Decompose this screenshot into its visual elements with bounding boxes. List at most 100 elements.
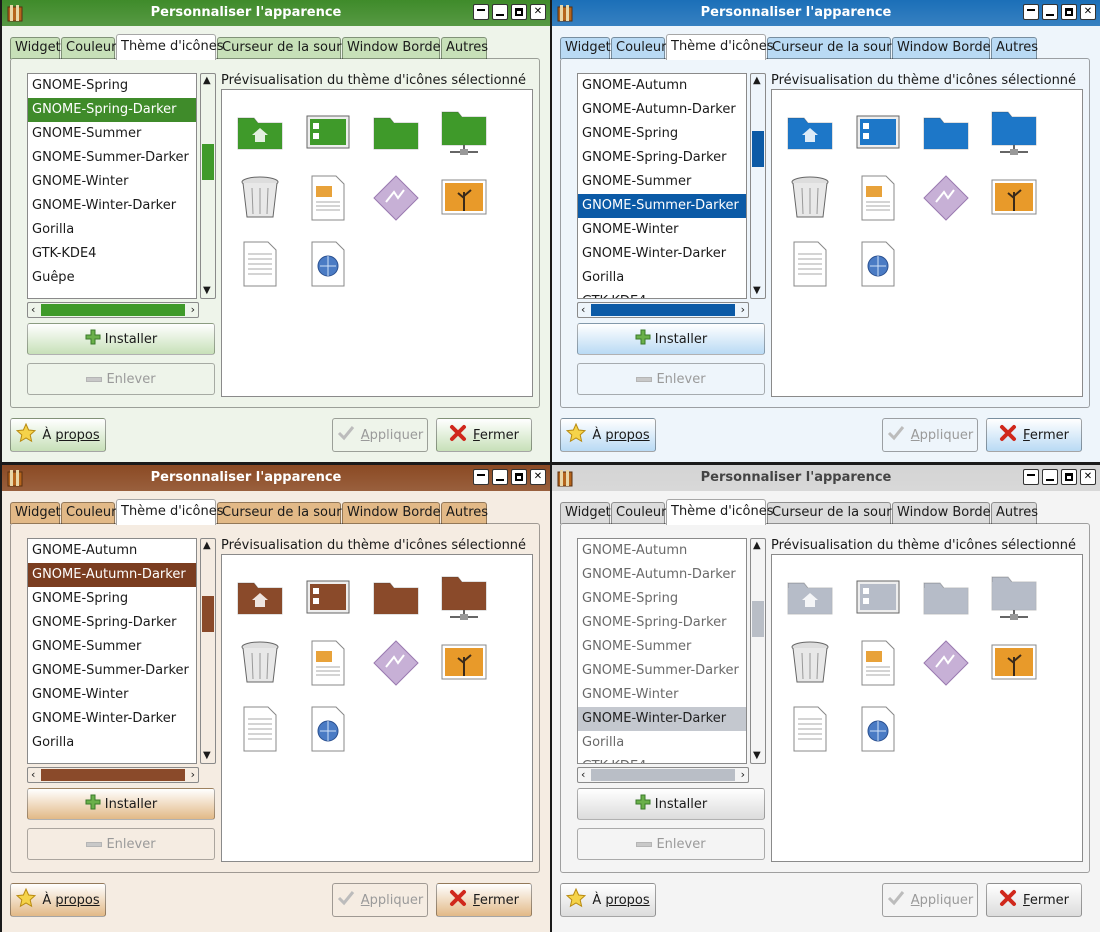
tab-window-border[interactable]: Window Border [892, 37, 996, 59]
tab-curseur-de-la-souris[interactable]: Curseur de la souris [767, 37, 902, 59]
list-item[interactable]: GNOME-Autumn [28, 539, 196, 563]
scroll-left-arrow[interactable]: ‹ [581, 304, 585, 316]
tab-window-border[interactable]: Window Border [892, 502, 996, 524]
close-button[interactable]: Fermer [436, 883, 532, 917]
list-item[interactable]: GNOME-Spring [28, 74, 196, 98]
minimize-button[interactable] [1042, 4, 1058, 20]
remove-button[interactable]: Enlever [577, 828, 765, 860]
theme-list[interactable]: GNOME-Autumn GNOME-Autumn-Darker GNOME-Spr… [577, 73, 747, 299]
remove-button[interactable]: Enlever [27, 363, 215, 395]
tab-couleur[interactable]: Couleur [611, 37, 666, 59]
tab-couleur[interactable]: Couleur [611, 502, 666, 524]
scroll-up-arrow[interactable]: ▲ [203, 76, 211, 86]
list-item[interactable]: GNOME-Autumn [578, 74, 746, 98]
list-item[interactable]: GNOME-Spring-Darker [28, 98, 196, 122]
list-item[interactable]: GNOME-Autumn-Darker [28, 563, 196, 587]
menu-button[interactable] [473, 4, 489, 20]
scroll-left-arrow[interactable]: ‹ [31, 769, 35, 781]
scroll-down-arrow[interactable]: ▼ [753, 751, 761, 761]
tab-autres[interactable]: Autres [991, 37, 1038, 59]
close-button[interactable]: Fermer [436, 418, 532, 452]
list-item[interactable]: GNOME-Summer [28, 635, 196, 659]
close-window-button[interactable]: ✕ [1080, 4, 1096, 20]
list-item[interactable]: GNOME-Spring [578, 122, 746, 146]
scroll-left-arrow[interactable]: ‹ [31, 304, 35, 316]
scroll-thumb[interactable] [41, 304, 185, 316]
maximize-button[interactable] [511, 469, 527, 485]
install-button[interactable]: Installer [27, 323, 215, 355]
tab-autres[interactable]: Autres [991, 502, 1038, 524]
titlebar[interactable]: Personnaliser l'apparence ✕ [552, 0, 1100, 26]
tab-curseur-de-la-souris[interactable]: Curseur de la souris [217, 502, 352, 524]
list-vertical-scrollbar[interactable]: ▲ ▼ [750, 538, 766, 764]
list-item[interactable]: Guêpe [28, 266, 196, 290]
list-item[interactable]: GNOME-Autumn-Darker [578, 563, 746, 587]
install-button[interactable]: Installer [27, 788, 215, 820]
minimize-button[interactable] [492, 4, 508, 20]
scroll-down-arrow[interactable]: ▼ [753, 286, 761, 296]
apply-button[interactable]: Appliquer [332, 883, 428, 917]
minimize-button[interactable] [492, 469, 508, 485]
scroll-up-arrow[interactable]: ▲ [753, 76, 761, 86]
list-item[interactable]: GNOME-Summer-Darker [578, 659, 746, 683]
list-item[interactable]: GTK-KDE4 [578, 755, 746, 763]
scroll-thumb[interactable] [41, 769, 185, 781]
tab-widget[interactable]: Widget [560, 502, 611, 524]
list-item[interactable]: Gorilla [578, 731, 746, 755]
list-item[interactable]: GTK-KDE4 [28, 242, 196, 266]
scroll-left-arrow[interactable]: ‹ [581, 769, 585, 781]
list-item[interactable]: GNOME-Autumn [578, 539, 746, 563]
menu-button[interactable] [1023, 469, 1039, 485]
scroll-right-arrow[interactable]: › [191, 769, 195, 781]
scroll-thumb[interactable] [752, 601, 764, 637]
install-button[interactable]: Installer [577, 788, 765, 820]
list-item[interactable]: GTK-KDE4 [578, 290, 746, 298]
tab-th-me-d-ic-nes[interactable]: Thème d'icônes [116, 34, 224, 60]
list-item[interactable]: GNOME-Summer-Darker [28, 659, 196, 683]
scroll-up-arrow[interactable]: ▲ [753, 541, 761, 551]
tab-widget[interactable]: Widget [10, 502, 61, 524]
list-item[interactable]: GNOME-Spring [28, 587, 196, 611]
tab-window-border[interactable]: Window Border [342, 502, 446, 524]
theme-list[interactable]: GNOME-Autumn GNOME-Autumn-Darker GNOME-Spr… [577, 538, 747, 764]
list-item[interactable]: GNOME-Summer [578, 170, 746, 194]
about-button[interactable]: À propos [560, 418, 656, 452]
maximize-button[interactable] [511, 4, 527, 20]
apply-button[interactable]: Appliquer [882, 418, 978, 452]
list-item[interactable]: GNOME-Winter-Darker [578, 242, 746, 266]
list-item[interactable]: GNOME-Spring-Darker [578, 611, 746, 635]
tab-curseur-de-la-souris[interactable]: Curseur de la souris [217, 37, 352, 59]
scroll-right-arrow[interactable]: › [191, 304, 195, 316]
list-item[interactable]: GNOME-Winter [28, 683, 196, 707]
scroll-up-arrow[interactable]: ▲ [203, 541, 211, 551]
tab-couleur[interactable]: Couleur [61, 37, 116, 59]
list-horizontal-scrollbar[interactable]: ‹ › [577, 302, 749, 318]
scroll-down-arrow[interactable]: ▼ [203, 751, 211, 761]
list-item[interactable]: GNOME-Winter [28, 170, 196, 194]
about-button[interactable]: À propos [10, 883, 106, 917]
tab-th-me-d-ic-nes[interactable]: Thème d'icônes [666, 34, 774, 60]
list-item[interactable]: GNOME-Spring [578, 587, 746, 611]
list-item[interactable]: GNOME-Summer-Darker [578, 194, 746, 218]
list-item[interactable]: GNOME-Winter [578, 218, 746, 242]
scroll-right-arrow[interactable]: › [741, 304, 745, 316]
scroll-thumb[interactable] [591, 769, 735, 781]
remove-button[interactable]: Enlever [27, 828, 215, 860]
list-vertical-scrollbar[interactable]: ▲ ▼ [200, 73, 216, 299]
close-button[interactable]: Fermer [986, 418, 1082, 452]
close-window-button[interactable]: ✕ [530, 469, 546, 485]
about-button[interactable]: À propos [560, 883, 656, 917]
list-item[interactable]: GNOME-Winter-Darker [578, 707, 746, 731]
tab-window-border[interactable]: Window Border [342, 37, 446, 59]
tab-th-me-d-ic-nes[interactable]: Thème d'icônes [116, 499, 224, 525]
tab-widget[interactable]: Widget [560, 37, 611, 59]
menu-button[interactable] [1023, 4, 1039, 20]
scroll-down-arrow[interactable]: ▼ [203, 286, 211, 296]
menu-button[interactable] [473, 469, 489, 485]
list-item[interactable]: GNOME-Summer-Darker [28, 146, 196, 170]
list-item[interactable]: Gorilla [578, 266, 746, 290]
apply-button[interactable]: Appliquer [882, 883, 978, 917]
list-item[interactable]: GNOME-Winter [578, 683, 746, 707]
list-item[interactable]: Gorilla [28, 731, 196, 755]
about-button[interactable]: À propos [10, 418, 106, 452]
